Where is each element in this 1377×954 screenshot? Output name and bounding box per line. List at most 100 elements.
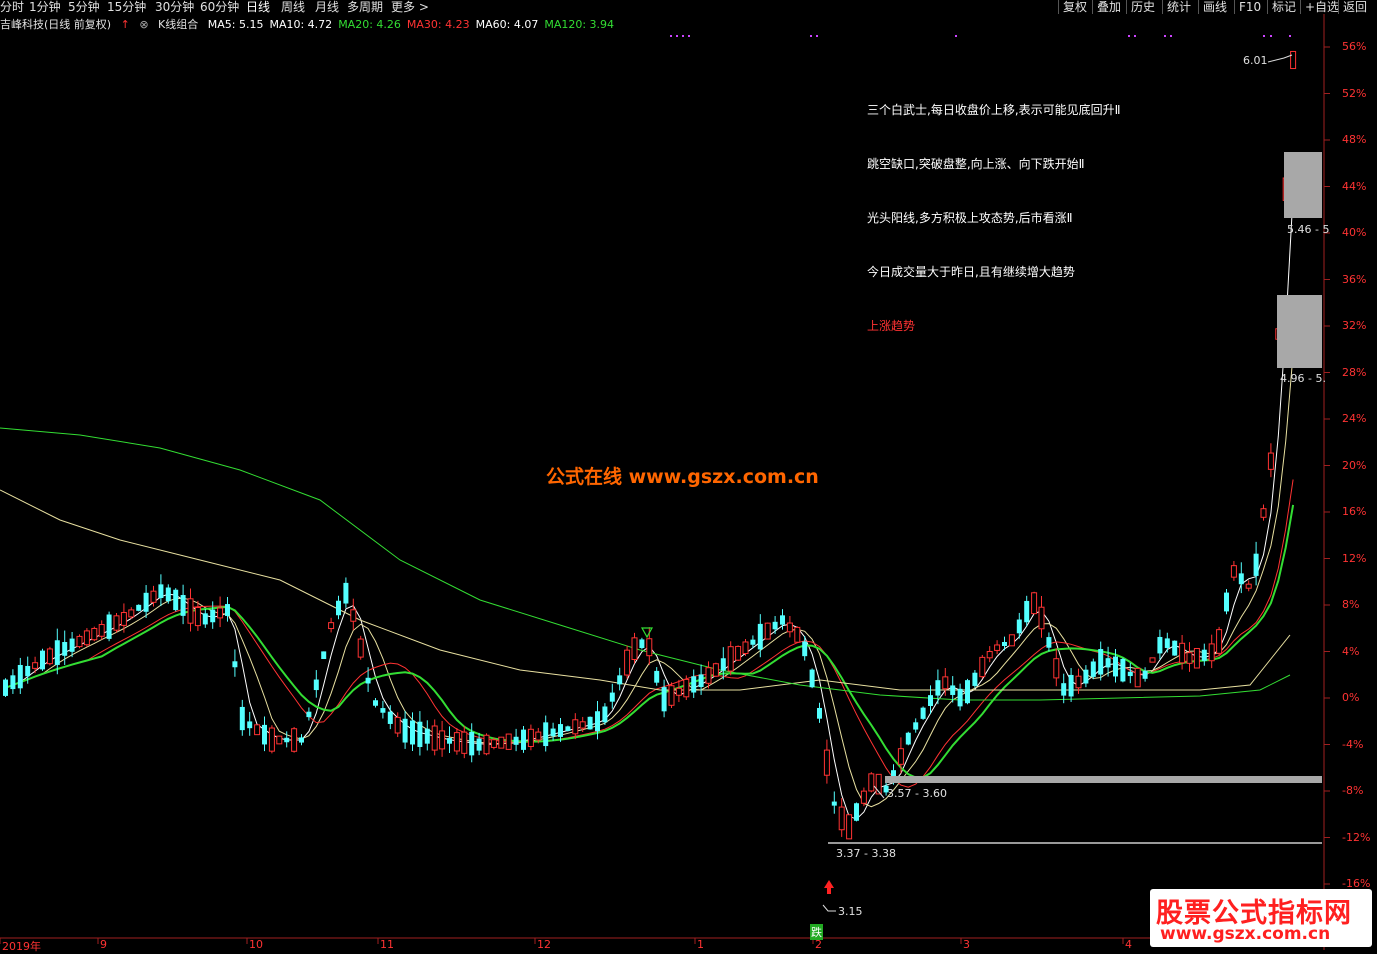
period-tab-2[interactable]: 5分钟 <box>68 0 100 14</box>
y-axis-label: 4% <box>1342 644 1360 658</box>
candle-body <box>1024 600 1030 623</box>
candle-body <box>262 724 267 745</box>
candle-body <box>180 595 186 616</box>
ma-legend-item: MA10: 4.72 <box>269 18 333 31</box>
toolbar-button-8[interactable]: 返回 <box>1338 0 1371 14</box>
period-tab-9[interactable]: 多周期 <box>347 0 383 14</box>
toolbar-button-6[interactable]: 标记 <box>1267 0 1300 14</box>
candle-body <box>550 728 556 737</box>
period-tab-5[interactable]: 60分钟 <box>200 0 239 14</box>
annotation-2: 跳空缺口,突破盘整,向上涨、向下跌开始Ⅱ <box>867 157 1085 171</box>
candle-body <box>336 600 341 616</box>
y-axis-label: 20% <box>1342 458 1367 472</box>
candle-body <box>1016 619 1022 634</box>
toolbar-button-2[interactable]: 历史 <box>1126 0 1159 14</box>
toolbar-button-7[interactable]: +自选 <box>1300 0 1343 14</box>
period-tab-1[interactable]: 1分钟 <box>29 0 61 14</box>
signal-dot <box>670 35 672 37</box>
gap-label-c: 3.57 - 3.60 <box>887 787 947 800</box>
stock-title[interactable]: 吉峰科技(日线 前复权) <box>0 18 111 31</box>
candle-body <box>187 598 194 624</box>
period-tab-8[interactable]: 月线 <box>315 0 339 14</box>
candle-body <box>794 626 801 643</box>
candle-body <box>913 722 919 730</box>
candle-body <box>705 667 712 684</box>
gap-box-upper <box>1284 152 1322 218</box>
candle-body <box>617 675 623 685</box>
candle-body <box>1157 636 1163 654</box>
candle-body <box>313 679 319 691</box>
candle-body <box>772 621 778 630</box>
candle-body <box>942 676 949 690</box>
chevron-down-icon[interactable]: ⊗ <box>139 18 148 31</box>
signal-dot <box>1128 35 1130 37</box>
ma-legend-item: MA60: 4.07 <box>475 18 539 31</box>
candle-body <box>387 711 393 724</box>
candle-body <box>691 676 697 693</box>
site-logo: 股票公式指标网 www.gszx.com.cn <box>1150 889 1372 947</box>
candle-body <box>32 662 39 669</box>
candle-body <box>972 672 978 686</box>
y-axis-label: 40% <box>1342 226 1367 239</box>
signal-dot <box>682 35 684 37</box>
candle-body <box>1172 640 1178 656</box>
candle-body <box>268 727 275 752</box>
candle-body <box>136 604 142 611</box>
toolbar-button-3[interactable]: 统计 <box>1162 0 1195 14</box>
period-tab-6[interactable]: 日线 <box>246 0 270 14</box>
candle-body <box>1002 641 1007 647</box>
candle-body <box>897 748 904 765</box>
signal-dot <box>676 35 678 37</box>
candle-body <box>431 725 438 751</box>
candle-body <box>838 806 845 831</box>
y-axis-label: 36% <box>1342 272 1367 286</box>
toolbar-button-4[interactable]: 画线 <box>1198 0 1231 14</box>
period-tab-10[interactable]: 更多 > <box>391 0 429 14</box>
candle-body <box>424 728 430 744</box>
candle-body <box>476 738 482 751</box>
candle-body <box>225 604 230 616</box>
candle-body <box>609 692 615 702</box>
candle-body <box>40 650 45 670</box>
candle-body <box>1142 670 1148 679</box>
candle-body <box>1149 657 1156 663</box>
period-tab-4[interactable]: 30分钟 <box>155 0 194 14</box>
candle-body <box>158 584 164 599</box>
indicator-name[interactable]: K线组合 <box>158 18 198 31</box>
x-axis-label: 2 <box>815 938 822 951</box>
candle-body <box>742 641 749 655</box>
candle-body <box>1253 553 1259 576</box>
candle-body <box>306 711 312 718</box>
candle-body <box>10 675 16 690</box>
candle-body <box>535 731 542 741</box>
candle-body <box>173 589 179 611</box>
candle-body <box>373 700 378 706</box>
period-tab-3[interactable]: 15分钟 <box>107 0 146 14</box>
candle-body <box>1267 452 1274 470</box>
candle-body <box>1046 637 1052 648</box>
candle-body <box>675 687 682 696</box>
toolbar-button-0[interactable]: 复权 <box>1058 0 1091 14</box>
y-axis-label: 16% <box>1342 505 1367 518</box>
candle-body <box>831 801 837 806</box>
candle-body <box>54 640 60 665</box>
candle-body <box>1245 583 1252 589</box>
toolbar-button-1[interactable]: 叠加 <box>1092 0 1125 14</box>
candle-body <box>62 642 68 656</box>
candle-body <box>25 665 31 677</box>
signal-dot <box>1164 35 1166 37</box>
y-axis-label: 48% <box>1342 133 1367 146</box>
period-tab-7[interactable]: 周线 <box>281 0 305 14</box>
candle-body <box>854 803 859 821</box>
toolbar-button-5[interactable]: F10 <box>1234 0 1265 14</box>
candle-body <box>76 635 83 648</box>
leader-low <box>822 904 836 912</box>
candle-body <box>986 651 993 659</box>
signal-dot <box>1270 35 1272 37</box>
ma10-line <box>5 353 1294 808</box>
candle-body <box>1098 649 1104 675</box>
candle-body <box>3 679 8 696</box>
candle-body <box>461 731 468 754</box>
period-tab-0[interactable]: 分时 <box>0 0 24 14</box>
price-low-label: 3.15 <box>838 905 863 918</box>
